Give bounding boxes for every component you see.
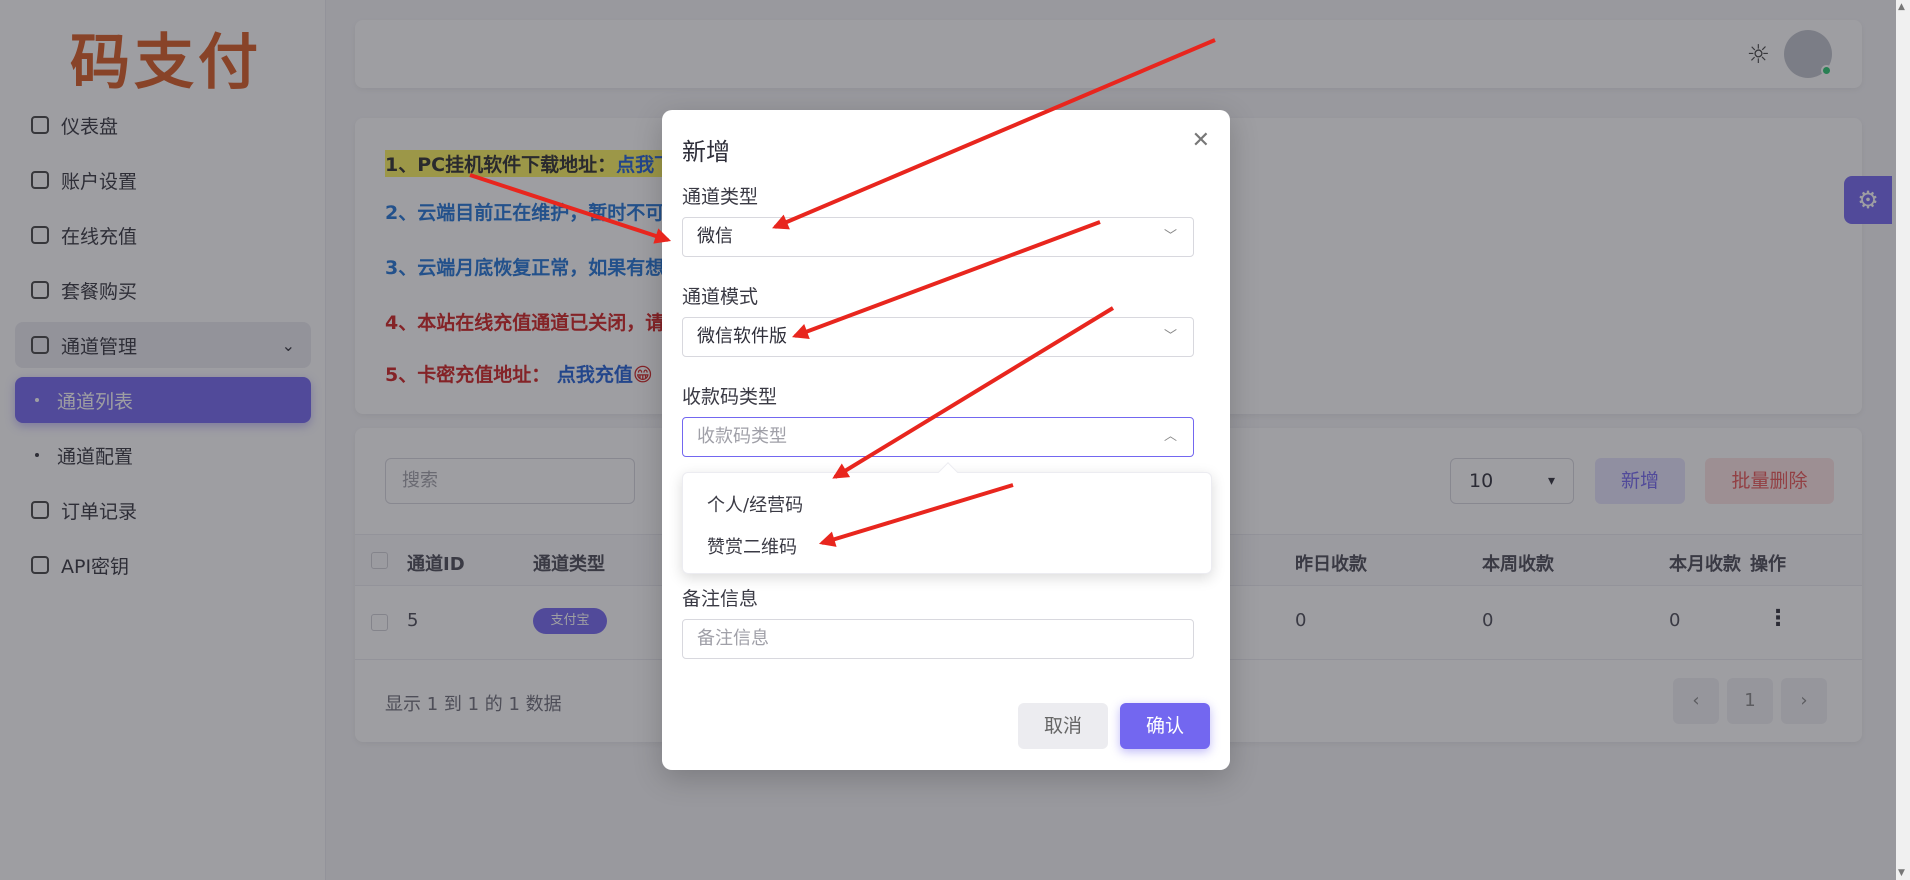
scroll-down-icon[interactable]: ▼ bbox=[1898, 868, 1905, 878]
scroll-up-icon[interactable]: ▲ bbox=[1898, 2, 1905, 12]
channel-mode-select[interactable]: 微信软件版 ﹀ bbox=[682, 317, 1194, 357]
field-label: 通道模式 bbox=[682, 286, 759, 308]
chevron-down-icon: ﹀ bbox=[1163, 329, 1177, 344]
field-label: 备注信息 bbox=[682, 588, 759, 610]
option-personal-business[interactable]: 个人/经营码 bbox=[707, 491, 803, 517]
field-label: 通道类型 bbox=[682, 186, 759, 208]
modal-title: 新增 bbox=[682, 138, 730, 166]
qrcode-type-select[interactable]: 收款码类型 ︿ bbox=[682, 417, 1194, 457]
chevron-down-icon: ﹀ bbox=[1163, 229, 1177, 244]
add-channel-modal: 新增 ✕ 通道类型 微信 ﹀ 通道模式 微信软件版 ﹀ 收款码类型 收款码类型 ︿ 个… bbox=[662, 110, 1230, 770]
close-icon[interactable]: ✕ bbox=[1192, 128, 1210, 153]
remark-input[interactable]: 备注信息 bbox=[682, 619, 1194, 659]
page-scrollbar[interactable]: ▲ ▼ bbox=[1896, 0, 1910, 880]
confirm-button[interactable]: 确认 bbox=[1120, 703, 1210, 749]
channel-type-select[interactable]: 微信 ﹀ bbox=[682, 217, 1194, 257]
chevron-up-icon: ︿ bbox=[1163, 429, 1177, 444]
qrcode-type-dropdown: 个人/经营码 赞赏二维码 bbox=[682, 462, 1212, 574]
cancel-button[interactable]: 取消 bbox=[1018, 703, 1108, 749]
dropdown-caret bbox=[938, 462, 958, 482]
option-reward-qrcode[interactable]: 赞赏二维码 bbox=[707, 533, 797, 559]
field-label: 收款码类型 bbox=[682, 386, 778, 408]
